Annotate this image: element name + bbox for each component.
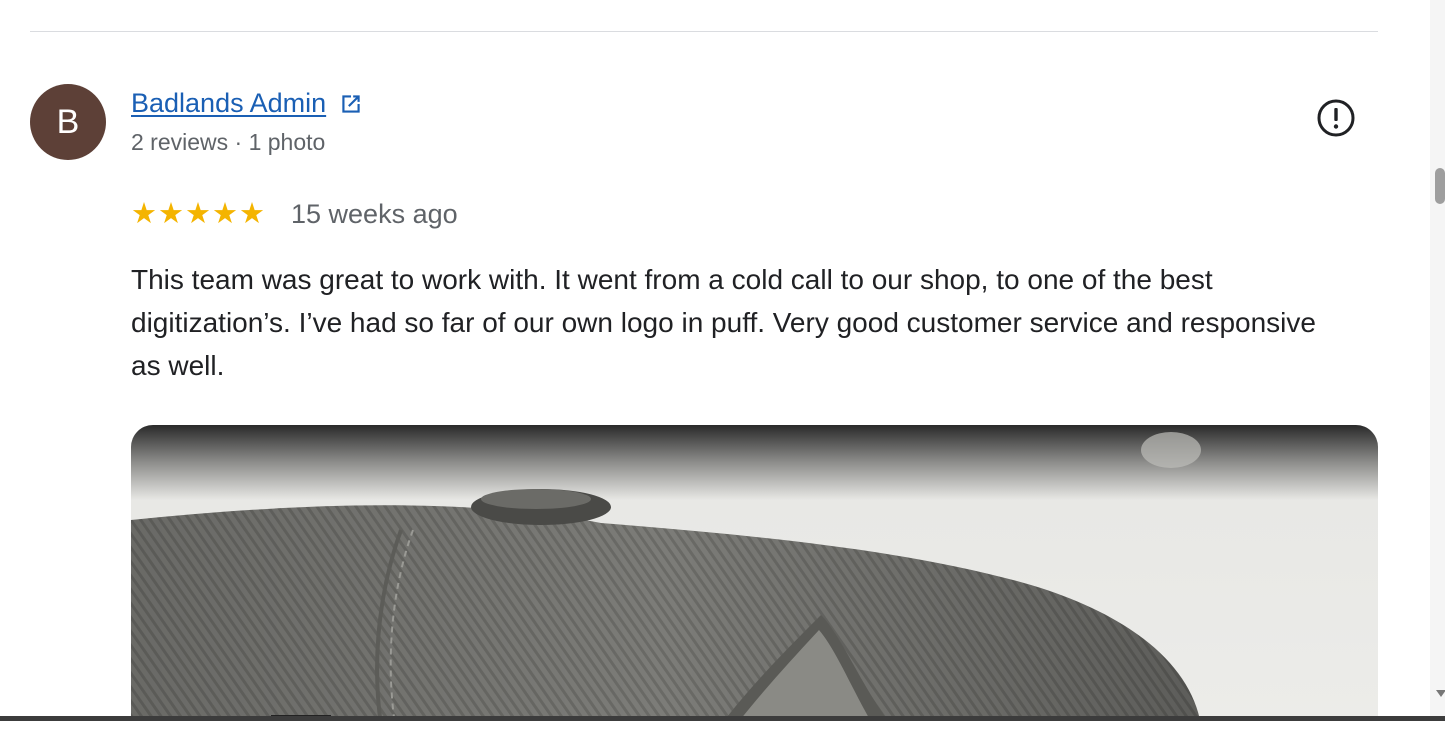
review-text: This team was great to work with. It wen… [131, 264, 1316, 381]
report-icon[interactable] [1316, 98, 1356, 138]
scroll-down-arrow-icon[interactable] [1436, 690, 1445, 697]
avatar[interactable]: B [30, 84, 106, 160]
star-rating: ★ ★ ★ ★ ★ [131, 196, 265, 232]
bottom-divider [0, 716, 1445, 721]
external-link-icon[interactable] [338, 91, 364, 117]
top-divider [30, 31, 1378, 32]
star-icon: ★ [158, 198, 184, 230]
star-icon: ★ [212, 198, 238, 230]
star-icon: ★ [131, 198, 157, 230]
author-row: Badlands Admin [131, 88, 364, 119]
scrollbar-thumb[interactable] [1435, 168, 1445, 204]
author-name-link[interactable]: Badlands Admin [131, 88, 326, 119]
scrollbar-track[interactable] [1430, 0, 1445, 716]
review-photo[interactable] [131, 425, 1378, 725]
rating-row: ★ ★ ★ ★ ★ 15 weeks ago [131, 196, 458, 232]
star-icon: ★ [239, 198, 265, 230]
star-icon: ★ [185, 198, 211, 230]
author-meta: 2 reviews · 1 photo [131, 129, 326, 155]
review-date: 15 weeks ago [291, 198, 458, 229]
